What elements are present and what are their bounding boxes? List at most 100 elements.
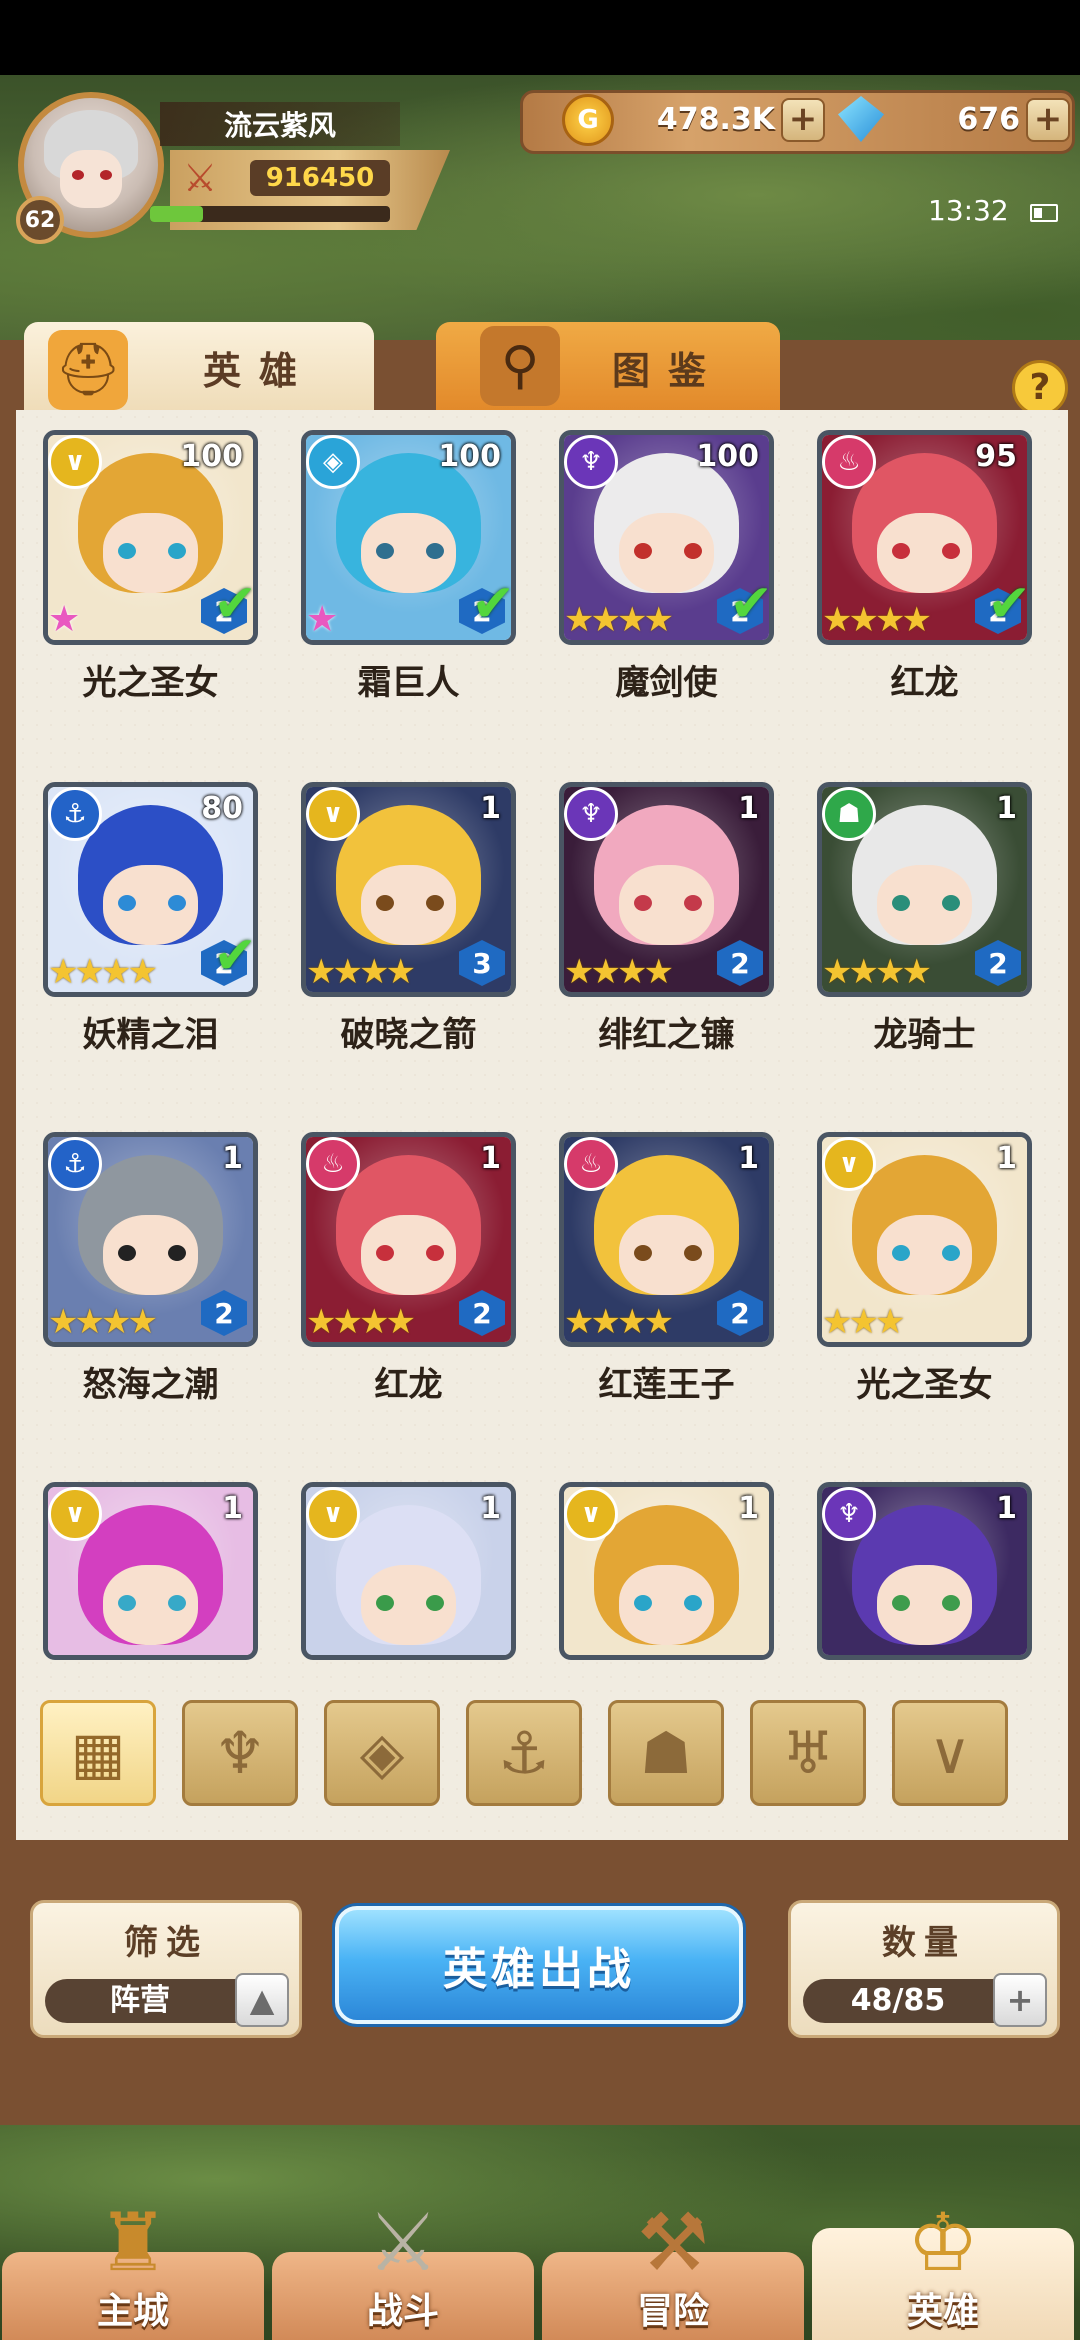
chevron-up-icon: ▲ (249, 1981, 275, 2019)
hero-level: 1 (996, 791, 1017, 826)
dark-faction-icon: ♆ (564, 435, 618, 489)
hero-portrait: ∨ 100 ★ 2 ✔ (43, 430, 258, 645)
hero-eye (426, 1245, 444, 1261)
hero-eye (684, 1245, 702, 1261)
fire-faction-icon: ♨ (822, 435, 876, 489)
star-rating: ★★★★ (48, 1302, 158, 1342)
clock: 13:32 (928, 194, 1009, 227)
hero-card[interactable]: ∨ 1 (301, 1482, 516, 1660)
filter-button-anchor-faction[interactable]: ⚓ (466, 1700, 582, 1806)
hero-card[interactable]: ◈ 100 ★ 2 ✔ 霜巨人 (301, 430, 516, 704)
hero-level: 1 (738, 1141, 759, 1176)
hero-level: 1 (480, 791, 501, 826)
hero-name: 破晓之箭 (340, 1015, 477, 1055)
hero-card[interactable]: ♨ 95 ★★★★ 2 ✔ 红龙 (817, 430, 1032, 704)
hero-card[interactable]: ♆ 1 (817, 1482, 1032, 1660)
water-faction-icon: ◈ (306, 435, 360, 489)
crossed-swords-icon: ⚔ (182, 156, 218, 200)
hero-card[interactable]: ∨ 1 ★★★★ 3 破晓之箭 (301, 782, 516, 1056)
light-faction-icon: ∨ (306, 787, 360, 841)
star-rating: ★★★★ (306, 952, 416, 992)
hero-level: 80 (201, 791, 243, 826)
hero-eye (376, 543, 394, 559)
hero-card[interactable]: ∨ 1 (559, 1482, 774, 1660)
hero-level: 1 (996, 1141, 1017, 1176)
hero-name: 绯红之镰 (598, 1015, 735, 1055)
hero-card[interactable]: ☗ 1 ★★★★ 2 龙骑士 (817, 782, 1032, 1056)
hero-name: 红龙 (374, 1365, 443, 1405)
hero-card[interactable]: ∨ 1 (43, 1482, 258, 1660)
hero-card[interactable]: ♆ 1 ★★★★ 2 绯红之镰 (559, 782, 774, 1056)
hero-card[interactable]: ∨ 100 ★ 2 ✔ 光之圣女 (43, 430, 258, 704)
hero-name: 龙骑士 (873, 1015, 976, 1055)
filter-button-grid[interactable]: ▦ (40, 1700, 156, 1806)
anchor-faction-icon: ⚓ (498, 1719, 550, 1787)
filter-button-dark-faction[interactable]: ♅ (750, 1700, 866, 1806)
hero-card[interactable]: ♆ 100 ★★★★ 2 ✔ 魔剑使 (559, 430, 774, 704)
hero-card[interactable]: ♨ 1 ★★★★ 2 红龙 (301, 1132, 516, 1406)
star-rating: ★★★★ (822, 952, 932, 992)
star-rating: ★★★★ (564, 952, 674, 992)
hero-eye (168, 543, 186, 559)
hero-portrait: ♆ 100 ★★★★ 2 ✔ (559, 430, 774, 645)
expand-capacity-button[interactable]: + (993, 1973, 1047, 2027)
helmet-icon: ⛑ (48, 330, 128, 410)
light-faction-icon: ∨ (928, 1719, 972, 1787)
hero-card[interactable]: ♨ 1 ★★★★ 2 红莲王子 (559, 1132, 774, 1406)
filter-button-light-faction[interactable]: ∨ (892, 1700, 1008, 1806)
star-rating: ★★★★ (48, 952, 158, 992)
nav-item-castle[interactable]: ♜ 主城 (2, 2196, 264, 2340)
nav-item-scroll-map[interactable]: ⚒ 冒险 (542, 2196, 804, 2340)
deployed-check-icon: ✔ (213, 574, 257, 634)
hero-portrait: ☗ 1 ★★★★ 2 (817, 782, 1032, 997)
filter-button-fire-faction[interactable]: ♆ (182, 1700, 298, 1806)
hero-portrait: ♨ 95 ★★★★ 2 ✔ (817, 430, 1032, 645)
add-gold-button[interactable]: + (781, 98, 825, 142)
hero-card[interactable]: ∨ 1 ★★★ 光之圣女 (817, 1132, 1032, 1406)
hero-count-control: 数量 48/85 + (788, 1900, 1060, 2038)
hero-eye (426, 1595, 444, 1611)
hero-level: 1 (480, 1141, 501, 1176)
deployed-check-icon: ✔ (729, 574, 773, 634)
star-rating: ★★★★ (306, 1302, 416, 1342)
hero-eye (376, 1595, 394, 1611)
nav-item-hero-helmet[interactable]: ♔ 英雄 (812, 2196, 1074, 2340)
filter-dropdown-button[interactable]: ▲ (235, 1973, 289, 2027)
hero-eye (684, 895, 702, 911)
sea-faction-icon: ⚓ (48, 1137, 102, 1191)
hero-portrait: ♆ 1 ★★★★ 2 (559, 782, 774, 997)
hero-portrait: ∨ 1 (43, 1482, 258, 1660)
filter-button-water-faction[interactable]: ◈ (324, 1700, 440, 1806)
hero-name: 魔剑使 (615, 663, 718, 703)
light-faction-icon: ∨ (564, 1487, 618, 1541)
hero-eye (892, 895, 910, 911)
hero-card[interactable]: ⚓ 1 ★★★★ 2 怒海之潮 (43, 1132, 258, 1406)
hero-eye (942, 895, 960, 911)
hero-portrait: ♆ 1 (817, 1482, 1032, 1660)
avatar-eye (100, 170, 112, 180)
light-faction-icon: ∨ (306, 1487, 360, 1541)
beast-faction-icon: ☗ (640, 1719, 692, 1787)
star-rating: ★★★★ (822, 600, 932, 640)
tab-codex-label: 图鉴 (611, 348, 724, 393)
grid-icon: ▦ (70, 1719, 126, 1787)
avatar-eye (72, 170, 84, 180)
hero-eye (118, 895, 136, 911)
hero-eye (168, 895, 186, 911)
add-gems-button[interactable]: + (1026, 98, 1070, 142)
plus-icon: + (1006, 1981, 1034, 2019)
hero-eye (634, 895, 652, 911)
hero-card[interactable]: ⚓ 80 ★★★★ 2 ✔ 妖精之泪 (43, 782, 258, 1056)
nav-label: 主城 (96, 2291, 169, 2332)
hero-eye (118, 1245, 136, 1261)
hero-name: 霜巨人 (357, 663, 460, 703)
hero-level: 1 (738, 791, 759, 826)
filter-button-beast-faction[interactable]: ☗ (608, 1700, 724, 1806)
help-button[interactable]: ? (1012, 360, 1068, 416)
deploy-heroes-button[interactable]: 英雄出战 (335, 1906, 743, 2024)
hero-portrait: ◈ 100 ★ 2 ✔ (301, 430, 516, 645)
deployed-check-icon: ✔ (987, 574, 1031, 634)
nav-item-crossed-swords[interactable]: ⚔ 战斗 (272, 2196, 534, 2340)
hero-level: 1 (222, 1141, 243, 1176)
hero-portrait: ∨ 1 (301, 1482, 516, 1660)
